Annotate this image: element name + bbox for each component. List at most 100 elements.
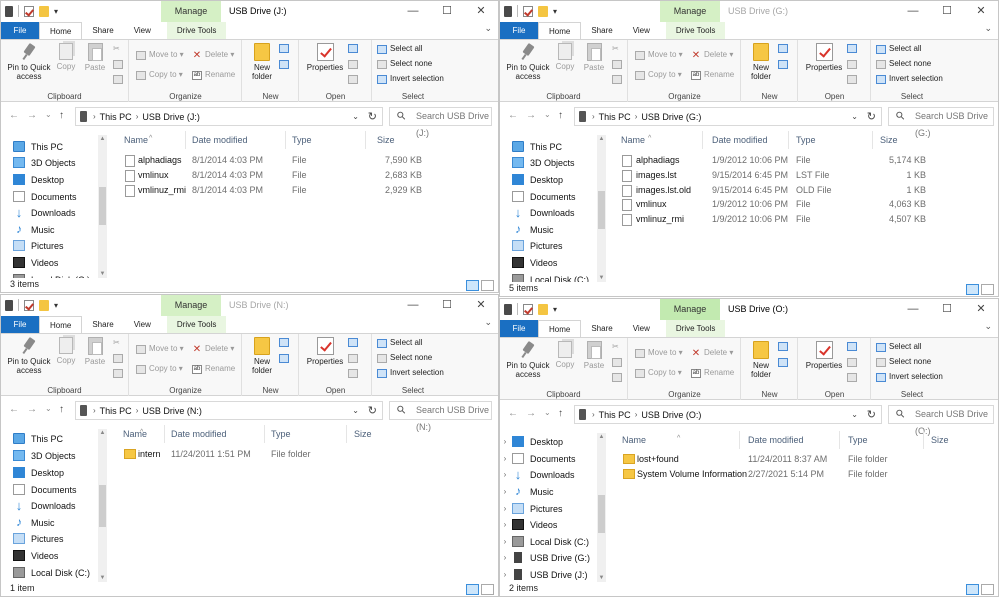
nav-pictures[interactable]: › Pictures [500,500,563,517]
customize-dropdown-icon[interactable]: ▾ [553,304,561,315]
nav-this-pc[interactable]: This PC [1,430,63,447]
nav-local-disk[interactable]: Local Disk (C:) [1,271,90,278]
manage-context-tab[interactable]: Manage [161,1,221,22]
move-to-button[interactable]: Move to ▾ [635,348,683,358]
forward-icon[interactable]: → [526,110,536,121]
move-to-button[interactable]: Move to ▾ [635,50,683,60]
paste-button[interactable]: Paste [582,341,606,370]
cut-button[interactable]: ✂ [113,44,120,54]
manage-context-tab[interactable]: Manage [161,295,221,316]
nav-pictures[interactable]: Pictures [1,530,64,547]
file-row[interactable]: vmlinuz_rmi 8/1/2014 4:03 PM File 2,929 … [115,183,485,198]
tab-home[interactable]: Home [39,22,83,39]
recent-dropdown-icon[interactable]: ⌄ [544,110,551,119]
file-row[interactable]: vmlinuz_rmi 1/9/2012 10:06 PM File 4,507… [612,212,982,227]
nav-desktop[interactable]: Desktop [1,171,64,188]
nav-3d-objects[interactable]: 3D Objects [1,154,76,171]
title-bar[interactable]: ▾ Manage USB Drive (N:) — ☐ ✕ [1,295,498,316]
easy-access-button[interactable] [279,354,289,363]
copy-button[interactable]: Copy [55,43,77,71]
edit-button[interactable] [348,60,358,69]
tab-home[interactable]: Home [538,320,582,337]
copy-button[interactable]: Copy [554,341,576,369]
rename-button[interactable]: ab Rename [691,368,734,378]
close-button[interactable]: ✕ [964,1,998,22]
paste-button[interactable]: Paste [582,43,606,72]
tab-view[interactable]: View [623,320,660,337]
move-to-button[interactable]: Move to ▾ [136,344,184,354]
new-folder-icon[interactable] [39,5,49,17]
nav-music[interactable]: ♪ Music [500,221,554,238]
tab-share[interactable]: Share [581,320,622,337]
close-button[interactable]: ✕ [464,295,498,316]
customize-dropdown-icon[interactable]: ▾ [54,300,62,311]
copy-path-button[interactable] [113,354,123,363]
nav-scrollbar[interactable]: ▲ ▼ [597,135,606,282]
search-box[interactable]: Search USB Drive (J:) [389,107,492,138]
nav-desktop[interactable]: › Desktop [500,433,563,450]
close-button[interactable]: ✕ [964,299,998,320]
tab-file[interactable]: File [1,22,39,39]
title-bar[interactable]: ▾ Manage USB Drive (G:) — ☐ ✕ [500,1,998,22]
tab-view[interactable]: View [124,316,161,333]
invert-selection-button[interactable]: Invert selection [377,368,444,378]
up-icon[interactable]: ↑ [59,404,64,415]
rename-button[interactable]: ab Rename [691,70,734,80]
open-button[interactable] [348,44,358,53]
copy-path-button[interactable] [612,358,622,367]
column-date[interactable]: Date modified [748,435,804,445]
copy-to-button[interactable]: Copy to ▾ [136,364,183,374]
delete-button[interactable]: ✕ Delete ▾ [691,50,734,60]
folder-row[interactable]: intern 11/24/2011 1:51 PM File folder [114,447,484,462]
history-button[interactable] [847,75,857,84]
minimize-button[interactable]: — [896,299,930,320]
delete-button[interactable]: ✕ Delete ▾ [192,344,235,354]
breadcrumb-drive[interactable]: USB Drive (O:) [641,410,701,420]
copy-button[interactable]: Copy [55,337,77,365]
easy-access-button[interactable] [279,60,289,69]
back-icon[interactable]: ← [508,408,518,419]
properties-button[interactable]: Properties [803,341,845,370]
nav-music[interactable]: ♪ Music [1,221,55,238]
edit-button[interactable] [348,354,358,363]
tab-home[interactable]: Home [39,316,83,333]
history-button[interactable] [348,75,358,84]
select-none-button[interactable]: Select none [377,59,432,69]
new-folder-icon[interactable] [538,5,548,17]
open-button[interactable] [348,338,358,347]
title-bar[interactable]: ▾ Manage USB Drive (O:) — ☐ ✕ [500,299,998,320]
column-type[interactable]: Type [848,435,868,445]
search-box[interactable]: Search USB Drive (G:) [888,107,994,138]
copy-to-button[interactable]: Copy to ▾ [136,70,183,80]
close-button[interactable]: ✕ [464,1,498,22]
paste-shortcut-button[interactable] [612,373,622,382]
ribbon-expand-icon[interactable]: ⌄ [984,23,992,34]
address-dropdown-icon[interactable]: ⌄ [352,112,359,121]
select-none-button[interactable]: Select none [876,357,931,367]
details-view-button[interactable] [466,280,479,291]
file-row[interactable]: vmlinux 1/9/2012 10:06 PM File 4,063 KB [612,197,982,212]
nav-desktop[interactable]: Desktop [1,464,64,481]
large-icons-view-button[interactable] [981,584,994,595]
nav-scrollbar[interactable]: ▲ ▼ [98,135,107,278]
copy-button[interactable]: Copy [554,43,576,71]
maximize-button[interactable]: ☐ [430,295,464,316]
column-name[interactable]: Name [621,135,645,145]
cut-button[interactable]: ✂ [612,44,619,54]
search-box[interactable]: Search USB Drive (O:) [888,405,994,436]
up-icon[interactable]: ↑ [59,110,64,121]
properties-button[interactable]: Properties [304,43,346,72]
column-date[interactable]: Date modified [712,135,768,145]
forward-icon[interactable]: → [27,404,37,415]
open-button[interactable] [847,342,857,351]
details-view-button[interactable] [966,584,979,595]
column-name[interactable]: Name [123,429,147,439]
new-item-button[interactable] [778,44,788,53]
column-size[interactable]: Size [377,135,395,145]
tab-file[interactable]: File [500,22,538,39]
properties-button[interactable]: Properties [304,337,346,366]
copy-to-button[interactable]: Copy to ▾ [635,70,682,80]
breadcrumb-this-pc[interactable]: This PC [100,112,132,122]
nav-usb-drive-g[interactable]: › USB Drive (G:) [500,549,590,566]
column-type[interactable]: Type [292,135,312,145]
